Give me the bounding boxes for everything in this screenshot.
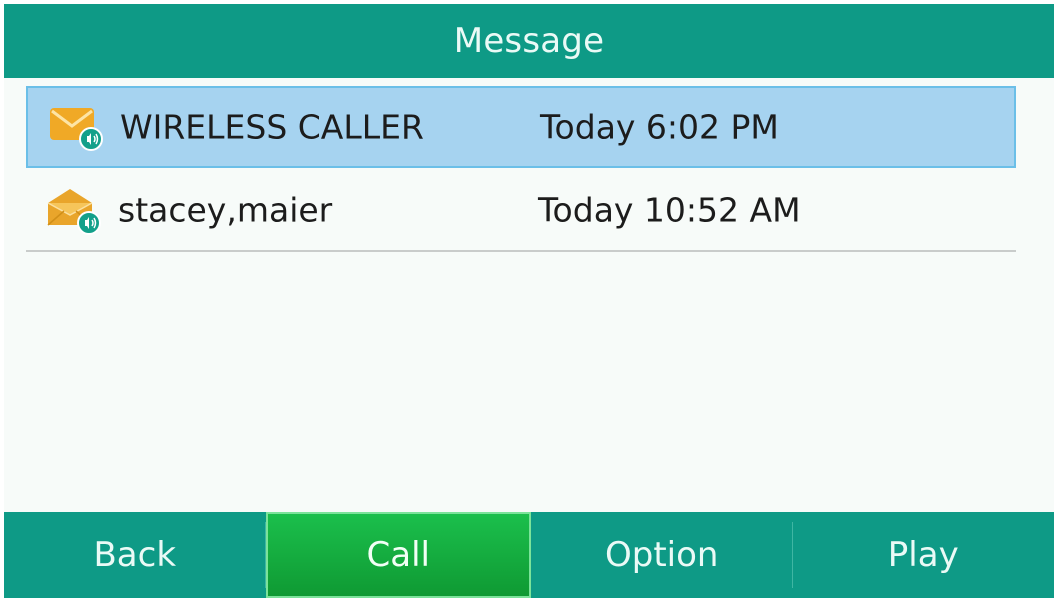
- play-button[interactable]: Play: [793, 512, 1055, 598]
- caller-name: WIRELESS CALLER: [120, 107, 424, 147]
- back-button[interactable]: Back: [4, 512, 266, 598]
- voicemail-envelope-open-icon: [47, 189, 101, 235]
- voicemail-envelope-closed-icon: [50, 108, 103, 151]
- message-list: WIRELESS CALLER Today 6:02 PM stacey,mai…: [4, 78, 1054, 512]
- option-button[interactable]: Option: [531, 512, 793, 598]
- message-time: Today 10:52 AM: [538, 190, 801, 230]
- call-button[interactable]: Call: [265, 512, 531, 598]
- phone-screen: Message WIRELESS CALLER Today 6:02 PM st…: [4, 4, 1054, 598]
- softkey-bar: Back Call Option Play: [4, 512, 1054, 598]
- title-bar: Message: [4, 4, 1054, 78]
- page-title: Message: [453, 21, 605, 61]
- caller-name: stacey,maier: [118, 190, 333, 230]
- message-row[interactable]: stacey,maier Today 10:52 AM: [26, 170, 1016, 252]
- message-time: Today 6:02 PM: [540, 107, 779, 147]
- message-row-selected[interactable]: WIRELESS CALLER Today 6:02 PM: [26, 86, 1016, 168]
